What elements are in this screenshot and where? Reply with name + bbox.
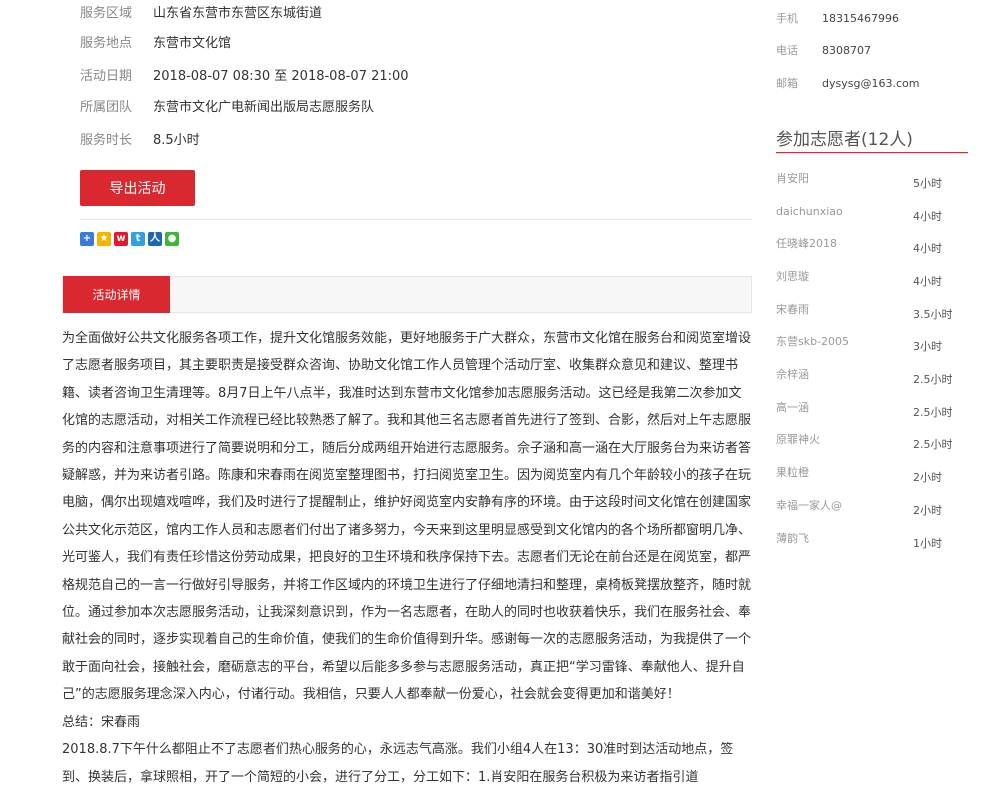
volunteer-hours: 2.5小时 <box>913 406 953 419</box>
contact-label: 手机 <box>776 12 798 25</box>
tencent-weibo-icon[interactable]: t <box>131 232 145 246</box>
info-label: 服务地点 <box>80 36 133 51</box>
volunteer-name[interactable]: 宋春雨 <box>776 302 913 318</box>
volunteer-name[interactable]: 肖安阳 <box>776 171 913 187</box>
more-share-icon[interactable]: + <box>80 232 94 246</box>
contact-mobile: 手机 18315467996 <box>776 10 899 28</box>
volunteer-hours: 5小时 <box>913 177 942 190</box>
contact-value: 8308707 <box>822 44 871 57</box>
volunteer-name[interactable]: 高一涵 <box>776 400 913 416</box>
volunteer-row: 肖安阳 5小时 <box>776 171 968 192</box>
info-value: 东营市文化馆 <box>153 36 232 51</box>
volunteer-name[interactable]: 佘梓涵 <box>776 367 913 383</box>
divider <box>80 219 752 220</box>
volunteer-row: 东营skb-2005 3小时 <box>776 334 968 355</box>
info-service-location: 服务地点 东营市文化馆 <box>80 34 231 54</box>
info-value: 8.5小时 <box>153 133 200 148</box>
volunteer-hours: 2小时 <box>913 504 942 517</box>
detail-paragraph: 2018.8.7下午什么都阻止不了志愿者们热心服务的心，永远志气高涨。我们小组4… <box>62 742 734 785</box>
detail-summary-author: 总结：宋春雨 <box>62 714 141 730</box>
volunteer-row: 幸福一家人@ 2小时 <box>776 498 968 519</box>
tab-activity-detail[interactable]: 活动详情 <box>63 276 170 313</box>
share-bar: + ★ w t 人 ● <box>80 232 179 246</box>
volunteer-row: 刘思璇 4小时 <box>776 269 968 290</box>
volunteer-name[interactable]: 刘思璇 <box>776 269 913 285</box>
volunteer-row: 宋春雨 3.5小时 <box>776 302 968 323</box>
qzone-icon[interactable]: ★ <box>97 232 111 246</box>
contact-value: dysysg@163.com <box>822 77 920 90</box>
volunteer-name[interactable]: daichunxiao <box>776 204 913 220</box>
activity-detail-text: 为全面做好公共文化服务各项工作，提升文化馆服务效能，更好地服务于广大群众，东营市… <box>62 325 752 791</box>
contact-label: 邮箱 <box>776 77 798 90</box>
contact-email: 邮箱 dysysg@163.com <box>776 75 919 93</box>
contact-label: 电话 <box>776 44 798 57</box>
volunteer-hours: 3小时 <box>913 340 942 353</box>
info-value: 东营市文化广电新闻出版局志愿服务队 <box>153 100 375 115</box>
volunteer-hours: 4小时 <box>913 275 942 288</box>
volunteer-hours: 4小时 <box>913 210 942 223</box>
volunteers-heading-underline-shadow <box>776 153 968 154</box>
info-service-duration: 服务时长 8.5小时 <box>80 131 200 151</box>
info-activity-date: 活动日期 2018-08-07 08:30 至 2018-08-07 21:00 <box>80 67 409 87</box>
info-label: 服务时长 <box>80 133 133 148</box>
info-label: 活动日期 <box>80 69 133 84</box>
renren-icon[interactable]: 人 <box>148 232 162 246</box>
volunteer-row: daichunxiao 4小时 <box>776 204 968 225</box>
volunteer-name[interactable]: 薄韵飞 <box>776 531 913 547</box>
export-activity-button[interactable]: 导出活动 <box>80 170 195 206</box>
contact-phone: 电话 8308707 <box>776 42 871 60</box>
volunteer-hours: 3.5小时 <box>913 308 953 321</box>
volunteer-row: 原罪神火 2.5小时 <box>776 432 968 453</box>
contact-value: 18315467996 <box>822 12 899 25</box>
volunteer-hours: 2.5小时 <box>913 373 953 386</box>
info-service-area: 服务区域 山东省东营市东营区东城街道 <box>80 4 322 24</box>
info-team: 所属团队 东营市文化广电新闻出版局志愿服务队 <box>80 98 374 118</box>
wechat-icon[interactable]: ● <box>165 232 179 246</box>
volunteer-row: 佘梓涵 2.5小时 <box>776 367 968 388</box>
info-label: 服务区域 <box>80 6 133 21</box>
weibo-icon[interactable]: w <box>114 232 128 246</box>
info-value: 2018-08-07 08:30 至 2018-08-07 21:00 <box>153 69 409 84</box>
volunteer-hours: 2小时 <box>913 471 942 484</box>
volunteers-heading: 参加志愿者(12人) <box>776 130 913 150</box>
volunteer-hours: 2.5小时 <box>913 438 953 451</box>
volunteer-hours: 1小时 <box>913 537 942 550</box>
volunteer-name[interactable]: 东营skb-2005 <box>776 334 913 350</box>
detail-paragraph: 为全面做好公共文化服务各项工作，提升文化馆服务效能，更好地服务于广大群众，东营市… <box>62 331 752 703</box>
volunteer-row: 任晓峰2018 4小时 <box>776 236 968 257</box>
info-label: 所属团队 <box>80 100 133 115</box>
volunteer-row: 高一涵 2.5小时 <box>776 400 968 421</box>
volunteer-hours: 4小时 <box>913 242 942 255</box>
volunteer-row: 果粒橙 2小时 <box>776 465 968 486</box>
volunteer-name[interactable]: 幸福一家人@ <box>776 498 913 514</box>
detail-tab-bar: 活动详情 <box>62 276 752 313</box>
volunteer-name[interactable]: 原罪神火 <box>776 432 913 448</box>
volunteer-row: 薄韵飞 1小时 <box>776 531 968 552</box>
volunteer-name[interactable]: 果粒橙 <box>776 465 913 481</box>
volunteer-name[interactable]: 任晓峰2018 <box>776 236 913 252</box>
info-value: 山东省东营市东营区东城街道 <box>153 6 323 21</box>
